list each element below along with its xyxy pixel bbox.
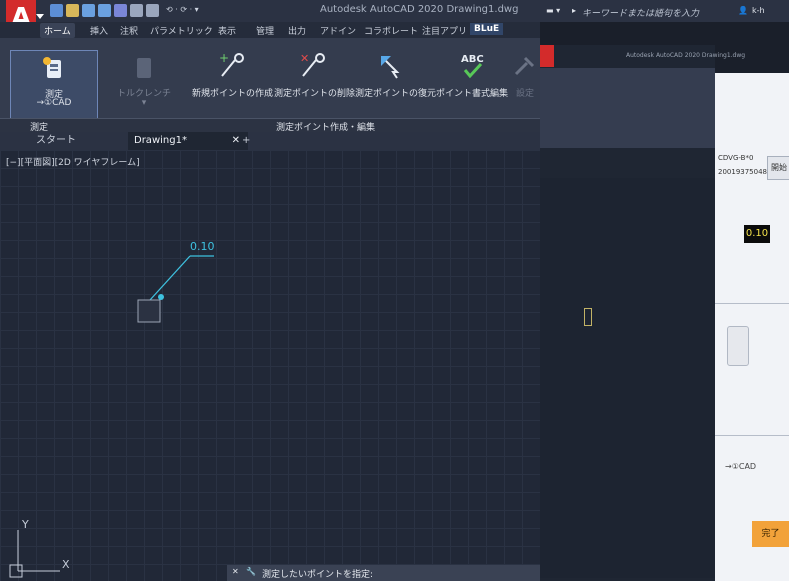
panel-side-button[interactable]	[727, 326, 749, 366]
mini-autocad-logo-icon	[540, 45, 554, 67]
new-point-button[interactable]: + 新規ポイントの作成	[192, 50, 274, 110]
tab-start[interactable]: スタート	[30, 132, 82, 150]
new-point-label: 新規ポイントの作成	[192, 89, 274, 99]
restore-point-icon	[381, 56, 400, 79]
user-name: k-h	[752, 6, 765, 15]
drawing-canvas[interactable]: 0.10 Y X	[0, 150, 540, 581]
ribbon-tab-row: ホーム 挿入 注釈 パラメトリック 表示 管理 出力 アドイン コラボレート 注…	[0, 22, 540, 38]
search-input[interactable]: キーワードまたは語句を入力	[582, 6, 699, 19]
wrench-icon[interactable]: 🔧	[246, 567, 256, 576]
add-tab-icon[interactable]: +	[236, 132, 256, 150]
panel-divider	[715, 303, 789, 304]
wrench-icon	[514, 56, 535, 76]
measure-button[interactable]: 測定 →①CAD	[10, 50, 98, 120]
svg-text:+: +	[219, 52, 229, 65]
torque-wrench-button[interactable]: トルクレンチ ▾	[108, 50, 180, 118]
delete-point-icon: ✕	[300, 52, 325, 77]
panel-device-name: CDVG-B*0	[718, 154, 754, 162]
delete-point-label: 測定ポイントの削除	[274, 89, 356, 99]
measure-point-block[interactable]	[137, 299, 161, 323]
settings-label: 設定	[515, 89, 534, 99]
save-as-icon[interactable]	[98, 4, 111, 17]
viewport-controls[interactable]: [−][平面図][2D ワイヤフレーム]	[6, 155, 140, 168]
plot-icon[interactable]	[114, 4, 127, 17]
restore-point-button[interactable]: 測定ポイントの復元	[355, 50, 437, 110]
tab-manage[interactable]: 管理	[252, 23, 278, 38]
mini-canvas	[540, 178, 715, 578]
autocad-main-window: A ⟲ · ⟳ · ▾ Autodesk AutoCAD 2020 Drawin…	[0, 0, 540, 581]
save-icon[interactable]	[82, 4, 95, 17]
tab-addins[interactable]: アドイン	[316, 23, 360, 38]
svg-text:✕: ✕	[300, 52, 309, 65]
drawing-svg	[9, 255, 214, 578]
drawing-tab-label: Drawing1*	[134, 135, 187, 146]
torque-icon	[137, 58, 151, 78]
measure-icon	[43, 57, 61, 78]
chevron-right-icon: ▸	[572, 6, 577, 15]
close-command-icon[interactable]: ✕	[232, 567, 239, 576]
mini-window-title: Autodesk AutoCAD 2020 Drawing1.dwg	[626, 52, 746, 59]
ucs-y-label: Y	[22, 518, 29, 531]
measurement-panel	[715, 73, 789, 581]
new-point-icon: +	[219, 52, 244, 77]
ucs-x-label: X	[62, 558, 70, 571]
tab-featured-apps[interactable]: 注目アプリ	[418, 23, 471, 38]
panel-value-display: 0.10	[744, 225, 770, 243]
spell-check-icon: ABC	[461, 54, 484, 79]
dimension-leader	[149, 255, 191, 301]
command-prompt: 測定したいポイントを指定:	[262, 570, 374, 580]
panel-divider	[715, 435, 789, 436]
mini-ribbon	[540, 68, 715, 148]
point-format-edit-button[interactable]: ABC ポイント書式編集	[434, 50, 510, 110]
open-folder-icon[interactable]	[66, 4, 79, 17]
restore-point-label: 測定ポイントの復元	[355, 89, 437, 99]
publish-icon[interactable]	[130, 4, 143, 17]
point-format-edit-label: ポイント書式編集	[435, 89, 508, 99]
tab-parametric[interactable]: パラメトリック	[146, 23, 217, 38]
tab-insert[interactable]: 挿入	[86, 23, 112, 38]
tab-annotate[interactable]: 注釈	[116, 23, 142, 38]
print-icon[interactable]	[146, 4, 159, 17]
user-icon[interactable]: 👤	[738, 6, 748, 15]
ribbon-group-bar: 測定 測定ポイント作成・編集	[0, 118, 540, 133]
delete-point-button[interactable]: ✕ 測定ポイントの削除	[274, 50, 356, 110]
tab-output[interactable]: 出力	[284, 23, 310, 38]
grip-point[interactable]	[158, 294, 164, 300]
panel-target-label: →①CAD	[725, 462, 757, 471]
tab-collaborate[interactable]: コラボレート	[360, 23, 422, 38]
dimension-value: 0.10	[190, 240, 215, 253]
tab-drawing1[interactable]: Drawing1* ✕	[128, 132, 248, 150]
svg-text:ABC: ABC	[461, 54, 484, 65]
chevron-down-icon: ▾	[141, 98, 147, 108]
window-title: Autodesk AutoCAD 2020 Drawing1.dwg	[320, 4, 519, 15]
new-file-icon[interactable]	[50, 4, 63, 17]
panel-start-button[interactable]: 開始	[767, 156, 789, 180]
panel-finish-button[interactable]: 完了	[752, 521, 789, 547]
undo-redo-icon[interactable]: ⟲ · ⟳ · ▾	[166, 5, 199, 14]
panel-device-id: 200193750486	[718, 168, 772, 176]
tab-blue[interactable]: BLuE	[470, 23, 504, 35]
tab-view[interactable]: 表示	[214, 23, 240, 38]
document-tab-bar: スタート Drawing1* ✕ +	[0, 132, 540, 150]
settings-button[interactable]: 設定	[510, 50, 540, 110]
measure-label-line2: →①CAD	[36, 98, 72, 108]
menu-icon[interactable]: ▬ ▾	[546, 6, 560, 15]
tab-home[interactable]: ホーム	[40, 23, 75, 38]
mini-point-block	[584, 308, 592, 326]
